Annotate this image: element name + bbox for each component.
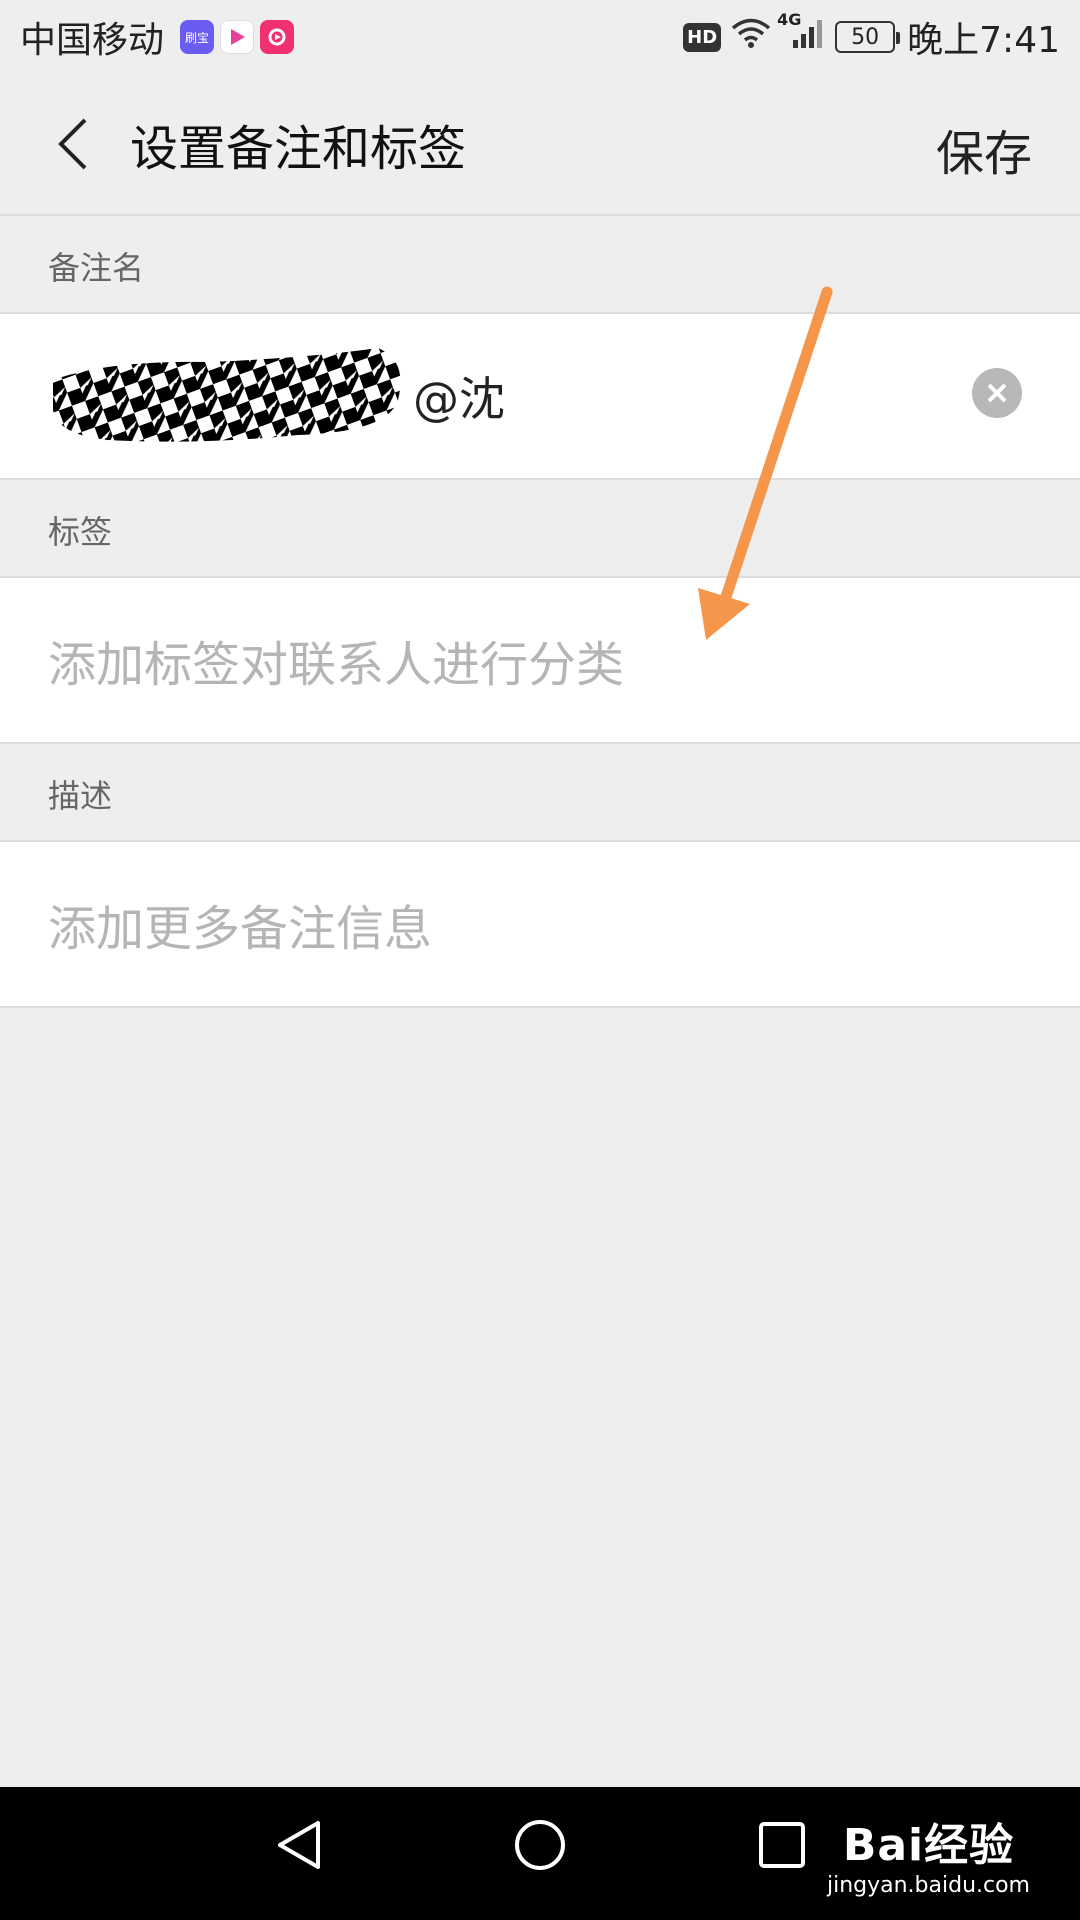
watermark-logo: Bai经验	[842, 1820, 1015, 1871]
baidu-jingyan-watermark: Bai经验 jingyan.baidu.com	[827, 1809, 1030, 1898]
nav-recent-icon[interactable]	[752, 1815, 812, 1879]
annotation-arrow	[698, 286, 833, 640]
watermark-url: jingyan.baidu.com	[826, 1873, 1030, 1898]
navigation-bar: Bai经验 jingyan.baidu.com	[0, 1787, 1080, 1920]
nav-home-icon[interactable]	[510, 1815, 570, 1879]
nav-back-icon[interactable]	[270, 1815, 330, 1879]
